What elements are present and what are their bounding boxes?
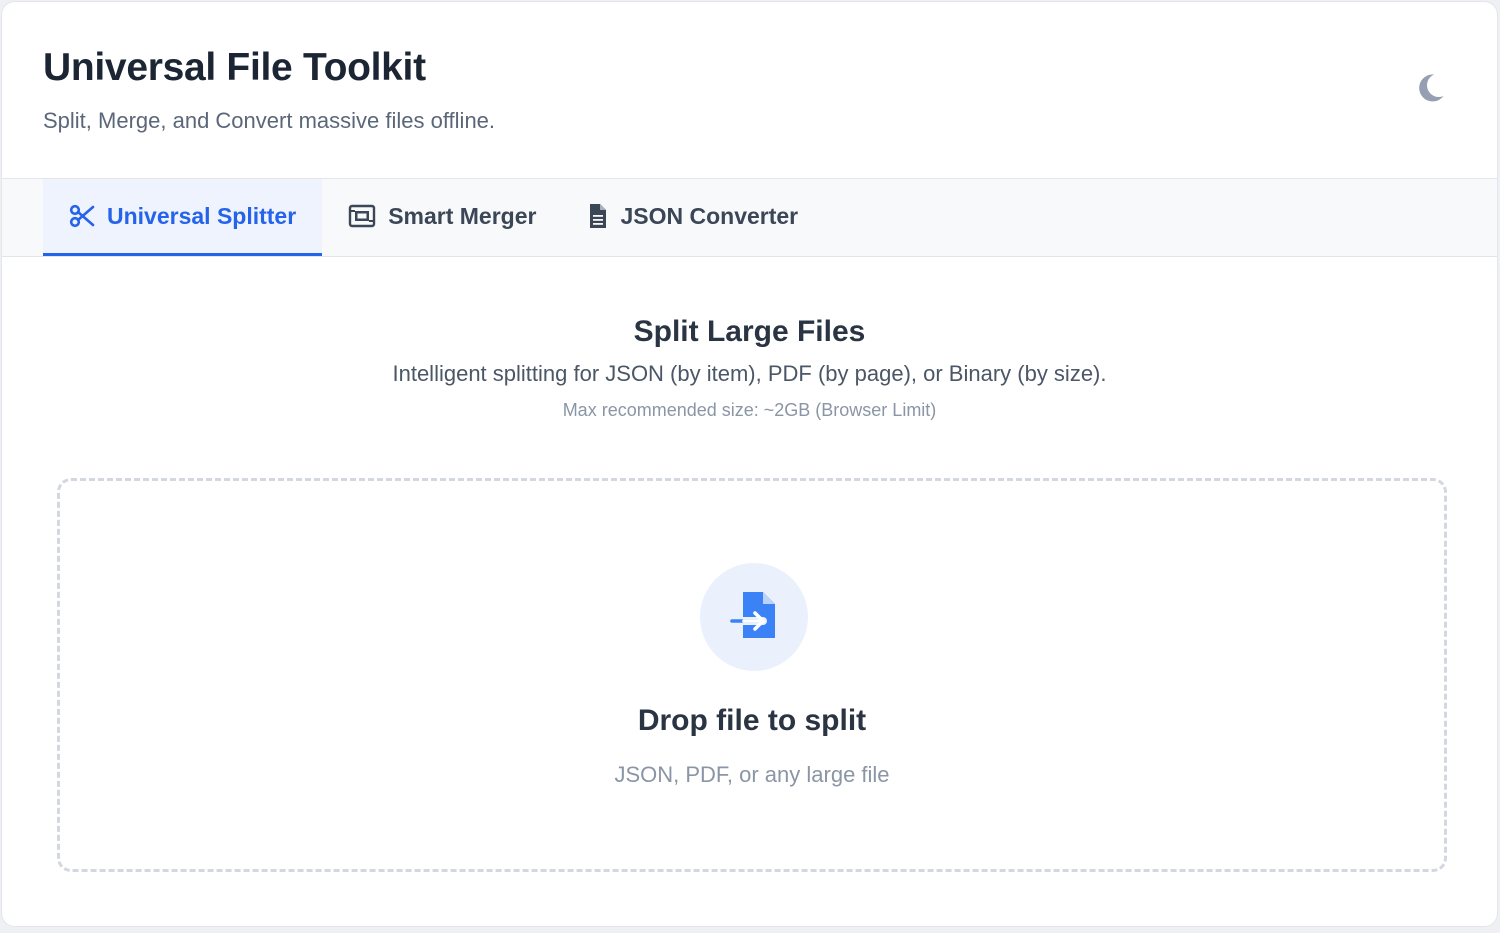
- app-header: Universal File Toolkit Split, Merge, and…: [2, 2, 1497, 179]
- dropzone-icon-circle: [700, 563, 808, 671]
- tab-json-converter[interactable]: JSON Converter: [562, 179, 824, 256]
- moon-icon: [1415, 73, 1445, 108]
- tab-bar: Universal Splitter Smart Merger JSON Con…: [2, 179, 1497, 257]
- tab-universal-splitter[interactable]: Universal Splitter: [43, 179, 323, 256]
- merge-frame-icon: [348, 203, 376, 229]
- section-title: Split Large Files: [633, 315, 866, 348]
- splitter-panel: Split Large Files Intelligent splitting …: [2, 257, 1497, 926]
- app-card: Universal File Toolkit Split, Merge, and…: [1, 1, 1498, 927]
- tab-label: Universal Splitter: [107, 202, 297, 229]
- file-dropzone[interactable]: Drop file to split JSON, PDF, or any lar…: [57, 478, 1447, 872]
- dropzone-hint: JSON, PDF, or any large file: [614, 762, 890, 787]
- theme-toggle-button[interactable]: [1408, 68, 1452, 112]
- size-limit-note: Max recommended size: ~2GB (Browser Limi…: [562, 400, 937, 420]
- tab-smart-merger[interactable]: Smart Merger: [322, 179, 562, 256]
- app-subtitle: Split, Merge, and Convert massive files …: [43, 108, 496, 133]
- scissors-icon: [69, 203, 95, 229]
- file-import-icon: [726, 588, 781, 647]
- app-title: Universal File Toolkit: [43, 46, 426, 89]
- tab-label: Smart Merger: [388, 202, 537, 229]
- document-icon: [588, 203, 608, 229]
- tab-label: JSON Converter: [620, 202, 799, 229]
- dropzone-title: Drop file to split: [637, 704, 867, 737]
- section-description: Intelligent splitting for JSON (by item)…: [392, 361, 1107, 386]
